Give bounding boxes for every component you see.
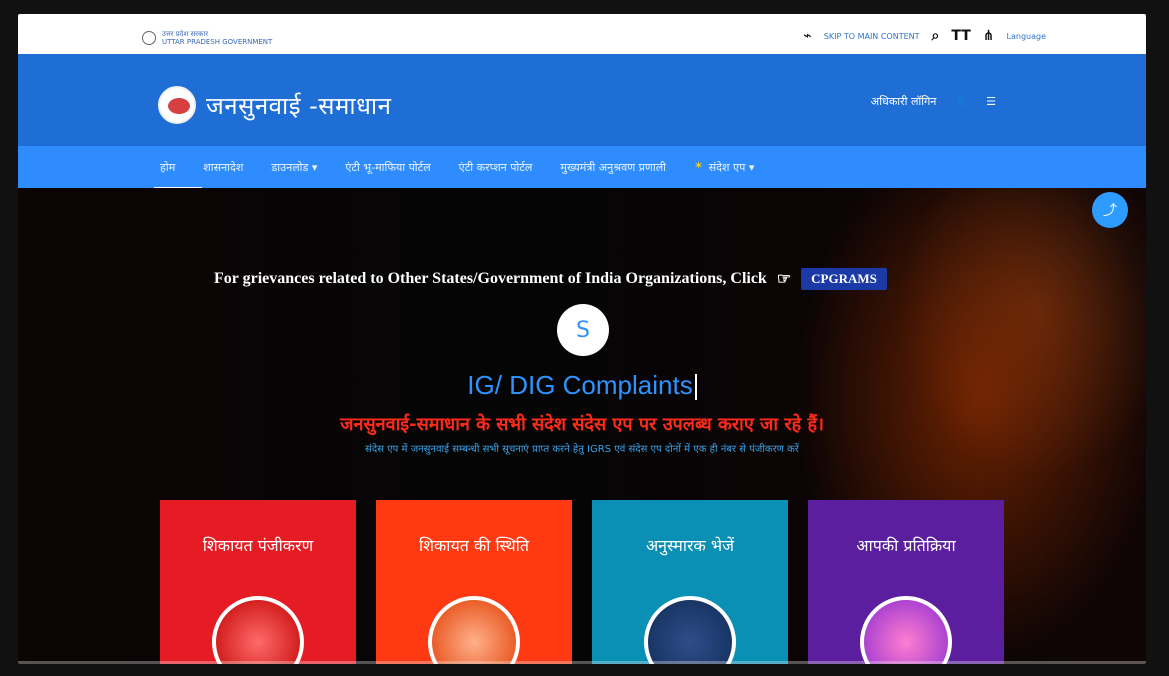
- sandes-app-subtext: संदेस एप में जनसुनवाई सम्बन्धी सभी सूचना…: [365, 444, 799, 455]
- card-label: शिकायत पंजीकरण: [202, 536, 314, 555]
- browser-viewport: उत्तर प्रदेश सरकार UTTAR PRADESH GOVERNM…: [18, 14, 1146, 664]
- sandes-app-notice: जनसुनवाई-समाधान के सभी संदेश संदेस एप पर…: [340, 414, 824, 435]
- state-emblem-icon: [142, 31, 156, 45]
- top-utility-bar: उत्तर प्रदेश सरकार UTTAR PRADESH GOVERNM…: [18, 14, 1146, 54]
- site-header: जनसुनवाई -समाधान अधिकारी लॉगिन 👤 ☰: [18, 54, 1146, 146]
- pointing-hand-icon: ☞: [776, 271, 792, 288]
- nav-home[interactable]: होम: [153, 160, 203, 190]
- text-cursor: [694, 374, 697, 401]
- government-text: उत्तर प्रदेश सरकार UTTAR PRADESH GOVERNM…: [162, 30, 272, 46]
- grievance-notice-text: For grievances related to Other States/G…: [214, 270, 767, 287]
- nav-sandes-app[interactable]: ✶ संदेश एप ▾: [694, 158, 755, 175]
- sitemap-icon[interactable]: ⋔: [983, 28, 995, 44]
- nav-sandes-app-label: संदेश एप ▾: [708, 160, 755, 174]
- card-register-complaint[interactable]: शिकायत पंजीकरण: [160, 500, 356, 664]
- search-icon[interactable]: ⌕: [932, 28, 940, 44]
- nav-downloads[interactable]: डाउनलोड ▾: [271, 160, 317, 175]
- user-icon[interactable]: 👤: [954, 95, 968, 108]
- status-icon: [428, 596, 520, 664]
- nav-anti-land-mafia-portal[interactable]: एंटी भू-माफिया पोर्टल: [345, 160, 430, 175]
- nav-cm-monitoring-system[interactable]: मुख्यमंत्री अनुश्रवण प्रणाली: [560, 160, 666, 175]
- card-label: आपकी प्रतिक्रिया: [856, 536, 956, 555]
- complaints-headline: IG/ DIG Complaints: [18, 370, 1146, 401]
- meter-icon: [860, 596, 952, 664]
- skip-to-main-content-link[interactable]: SKIP TO MAIN CONTENT: [824, 32, 920, 41]
- screen-reader-icon[interactable]: ⌁: [803, 28, 811, 44]
- language-selector[interactable]: Language: [1007, 32, 1046, 41]
- card-label: अनुस्मारक भेजें: [645, 536, 735, 555]
- accessibility-toolbar: ⌁ SKIP TO MAIN CONTENT ⌕ TT ⋔ Language: [803, 28, 1046, 44]
- brand[interactable]: जनसुनवाई -समाधान: [158, 86, 391, 124]
- government-english: UTTAR PRADESH GOVERNMENT: [162, 38, 273, 46]
- nav-government-orders[interactable]: शासनादेश: [203, 160, 243, 175]
- card-label: शिकायत की स्थिति: [419, 536, 529, 555]
- share-icon: ⤴: [1103, 203, 1117, 219]
- government-hindi: उत्तर प्रदेश सरकार: [162, 30, 209, 38]
- menu-icon[interactable]: ☰: [986, 95, 996, 108]
- site-logo[interactable]: [158, 86, 196, 124]
- grievance-notice: For grievances related to Other States/G…: [214, 268, 887, 290]
- nav-items: होम शासनादेश डाउनलोड ▾ एंटी भू-माफिया पो…: [153, 146, 755, 190]
- nav-anti-corruption-portal[interactable]: एंटी करप्शन पोर्टल: [459, 160, 533, 175]
- calendar-icon: [644, 596, 736, 664]
- complaint-register-icon: [212, 596, 304, 664]
- share-button[interactable]: ⤴: [1092, 192, 1128, 228]
- s-badge-letter: S: [576, 317, 590, 343]
- card-complaint-status[interactable]: शिकायत की स्थिति: [376, 500, 572, 664]
- header-actions: अधिकारी लॉगिन 👤 ☰: [871, 94, 996, 109]
- complaints-text: IG/ DIG Complaints: [467, 370, 693, 400]
- cpgrams-button[interactable]: CPGRAMS: [801, 268, 887, 290]
- service-cards: शिकायत पंजीकरण शिकायत की स्थिति अनुस्मार…: [160, 500, 1004, 664]
- card-feedback[interactable]: आपकी प्रतिक्रिया: [808, 500, 1004, 664]
- up-government-branding: उत्तर प्रदेश सरकार UTTAR PRADESH GOVERNM…: [142, 30, 272, 46]
- officer-login-link[interactable]: अधिकारी लॉगिन: [871, 94, 937, 109]
- viewport-bottom-edge: [18, 661, 1146, 664]
- card-send-reminder[interactable]: अनुस्मारक भेजें: [592, 500, 788, 664]
- main-navigation: होम शासनादेश डाउनलोड ▾ एंटी भू-माफिया पो…: [18, 146, 1146, 190]
- new-sparkle-icon: ✶: [694, 158, 704, 172]
- s-badge[interactable]: S: [557, 304, 609, 356]
- site-title[interactable]: जनसुनवाई -समाधान: [206, 89, 391, 122]
- text-size-toggle[interactable]: TT: [951, 28, 970, 44]
